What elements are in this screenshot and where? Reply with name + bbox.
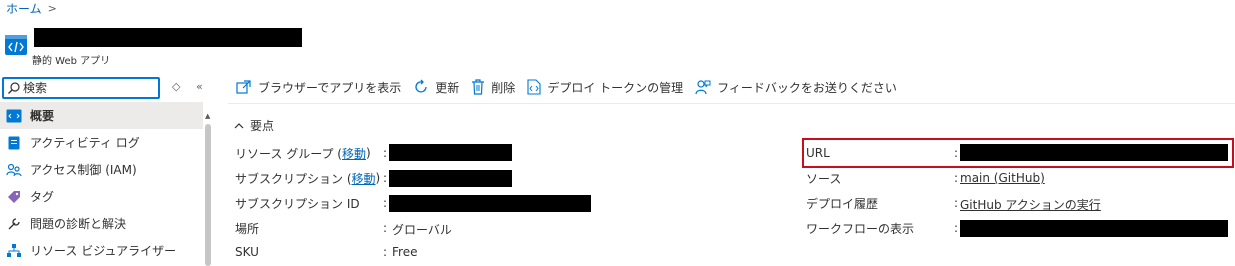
search-input[interactable]: [23, 81, 143, 95]
sidebar-item-label: タグ: [30, 190, 55, 204]
browse-button[interactable]: ブラウザーでアプリを表示: [236, 79, 401, 96]
prop-workflow: ワークフローの表示: [806, 221, 915, 236]
sidebar-item-label: 概要: [30, 109, 55, 123]
sidebar-item-access-control[interactable]: アクセス制御 (IAM): [0, 156, 203, 183]
breadcrumb-separator: >: [47, 1, 57, 15]
colon: :: [954, 221, 959, 235]
sidebar-item-label: アクセス制御 (IAM): [30, 163, 137, 177]
scroll-up-icon[interactable]: ▲: [205, 112, 210, 120]
resource-group-move-link[interactable]: 移動: [342, 145, 366, 162]
workflow-value-redacted[interactable]: [960, 220, 1228, 237]
prop-subscription: サブスクリプション (移動): [235, 170, 381, 187]
manage-token-label: デプロイ トークンの管理: [547, 80, 684, 95]
expand-collapse-icon[interactable]: ◇: [172, 80, 180, 93]
sidebar-item-activity-log[interactable]: アクティビティ ログ: [0, 129, 203, 156]
delete-button[interactable]: 削除: [471, 79, 515, 96]
feedback-label: フィードバックをお送りください: [717, 80, 897, 95]
resource-type: 静的 Web アプリ: [32, 56, 111, 67]
feedback-button[interactable]: フィードバックをお送りください: [695, 79, 897, 96]
browse-label: ブラウザーでアプリを表示: [258, 80, 402, 95]
tag-icon: [6, 189, 22, 205]
sku-value: Free: [392, 245, 418, 259]
colon: :: [954, 146, 959, 160]
open-external-icon: [236, 80, 251, 94]
subscription-id-value-redacted: [389, 195, 591, 212]
sidebar-scrollbar[interactable]: ▲: [204, 112, 212, 266]
sidebar-nav: 概要 アクティビティ ログ アクセス制御 (IAM) タグ 問題の診断と解決 リ…: [0, 102, 203, 264]
subscription-move-link[interactable]: 移動: [352, 170, 376, 187]
resource-header: 静的 Web アプリ: [4, 28, 302, 67]
colon: :: [383, 245, 388, 259]
manage-token-button[interactable]: デプロイ トークンの管理: [527, 79, 683, 96]
sidebar-search[interactable]: [2, 77, 160, 99]
feedback-icon: [695, 80, 711, 95]
refresh-label: 更新: [435, 80, 460, 95]
overview-icon: [6, 108, 22, 124]
delete-icon: [472, 79, 485, 95]
colon: :: [383, 196, 388, 210]
breadcrumb-home[interactable]: ホーム: [6, 0, 42, 17]
search-icon: [8, 82, 20, 94]
subscription-value-redacted: [389, 170, 512, 187]
refresh-icon: [415, 79, 427, 93]
sidebar-item-tags[interactable]: タグ: [0, 183, 203, 210]
chevron-up-icon: [234, 123, 244, 129]
colon: :: [383, 171, 388, 185]
collapse-sidebar-icon[interactable]: «: [196, 80, 203, 93]
sidebar-item-label: 問題の診断と解決: [30, 217, 127, 231]
colon: :: [383, 146, 388, 160]
prop-source: ソース: [806, 171, 842, 186]
toolbar-divider: [228, 103, 1235, 104]
sidebar-item-label: リソース ビジュアライザー: [30, 244, 177, 258]
essentials-header: 要点: [250, 119, 275, 133]
source-link[interactable]: main (GitHub): [960, 171, 1045, 185]
prop-sku: SKU: [235, 245, 259, 259]
scrollbar-thumb[interactable]: [205, 124, 211, 266]
prop-deploy-history: デプロイ履歴: [806, 196, 879, 211]
resource-group-value-redacted: [389, 144, 512, 161]
location-value: グローバル: [392, 223, 452, 237]
code-file-icon: [527, 79, 541, 95]
colon: :: [954, 171, 959, 185]
resource-visualizer-icon: [6, 243, 22, 259]
refresh-button[interactable]: 更新: [413, 79, 459, 96]
activity-log-icon: [6, 135, 22, 151]
access-control-icon: [6, 162, 22, 178]
command-bar: ブラウザーでアプリを表示 更新 削除 デプロイ トークンの管理 フィードバックを…: [236, 76, 909, 98]
sidebar-item-diagnose[interactable]: 問題の診断と解決: [0, 210, 203, 237]
sidebar-item-overview[interactable]: 概要: [0, 102, 203, 129]
prop-resource-group: リソース グループ (移動): [235, 145, 371, 162]
essentials-toggle[interactable]: 要点: [234, 117, 274, 134]
sidebar-item-label: アクティビティ ログ: [30, 136, 140, 150]
sidebar: ◇ « 概要 アクティビティ ログ アクセス制御 (IAM) タグ: [0, 72, 215, 266]
prop-location: 場所: [235, 221, 260, 236]
sidebar-item-resource-visualizer[interactable]: リソース ビジュアライザー: [0, 237, 203, 264]
resource-name-redacted: [34, 28, 302, 47]
delete-label: 削除: [491, 80, 516, 95]
url-value-redacted[interactable]: [960, 144, 1228, 161]
static-web-app-icon: [5, 35, 27, 55]
breadcrumb: ホーム >: [6, 0, 57, 16]
deploy-history-link[interactable]: GitHub アクションの実行: [960, 196, 1101, 213]
prop-url: URL: [806, 146, 830, 160]
prop-subscription-id: サブスクリプション ID: [235, 196, 360, 211]
wrench-icon: [6, 216, 22, 232]
colon: :: [954, 196, 959, 210]
colon: :: [383, 221, 388, 235]
